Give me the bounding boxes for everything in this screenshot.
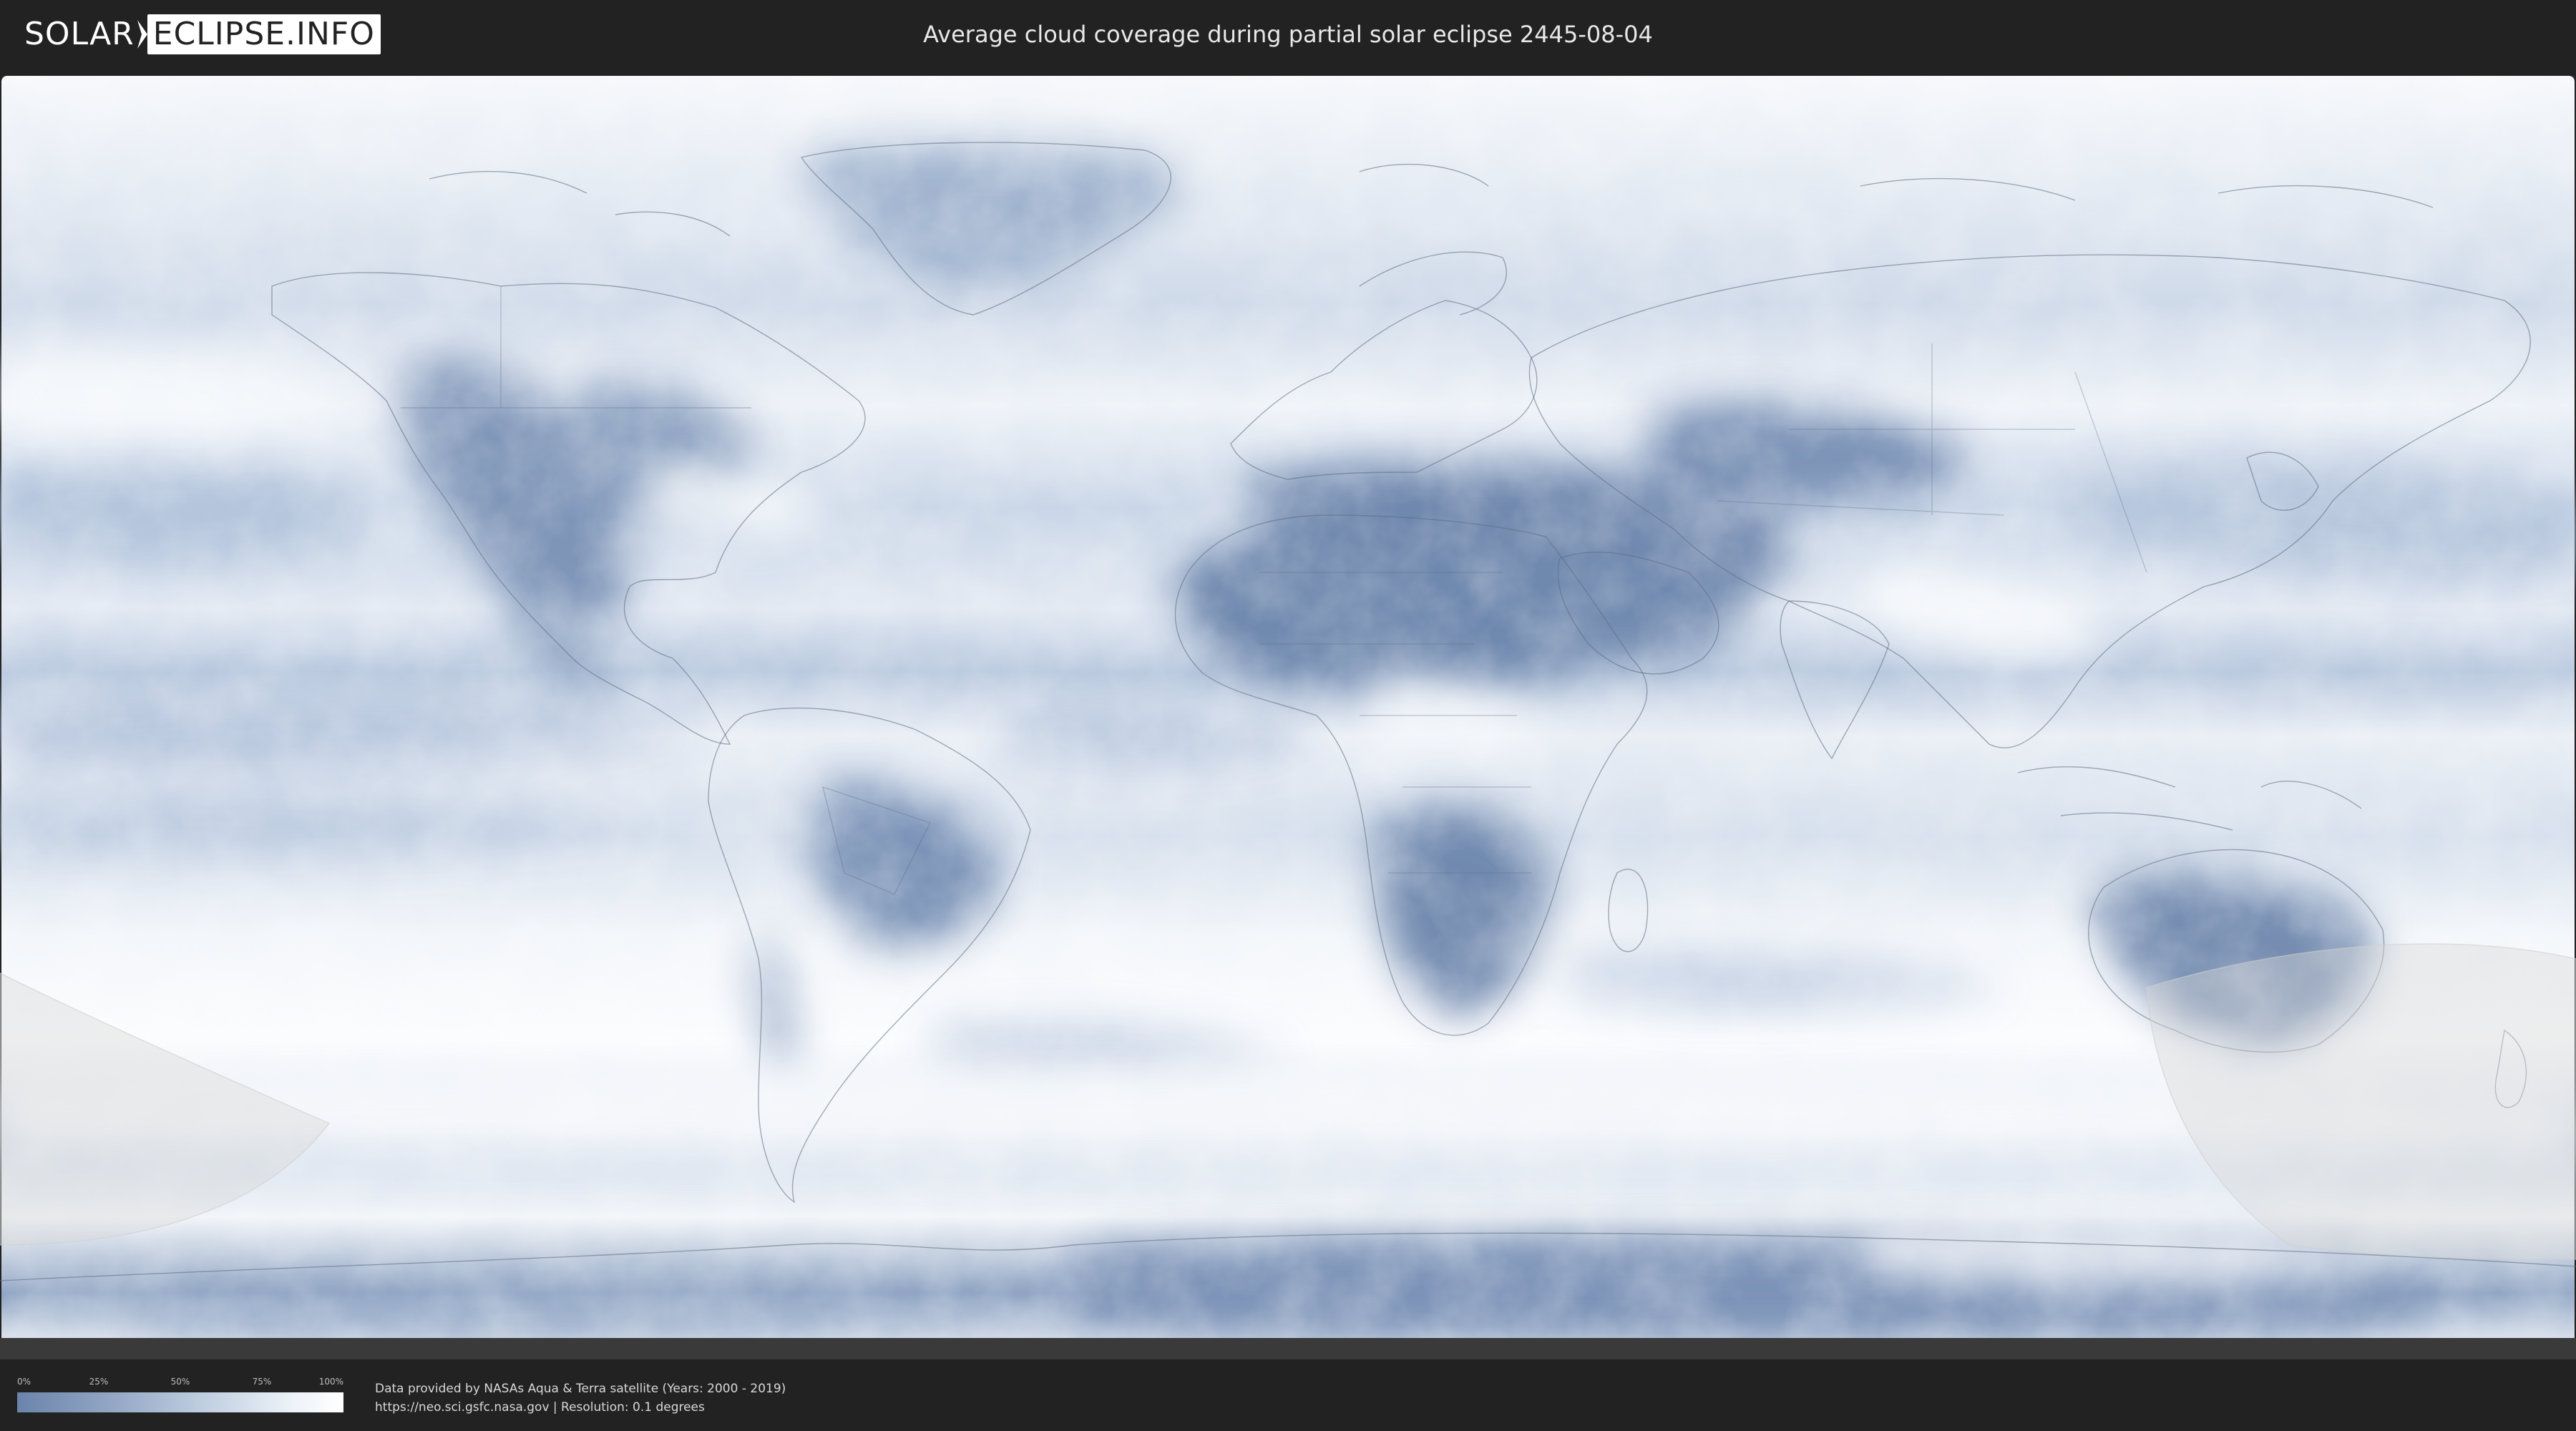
world-map-svg bbox=[0, 72, 2576, 1359]
legend-tick-25: 25% bbox=[89, 1377, 109, 1387]
cloud-coverage-legend: 0% 25% 50% 75% 100% bbox=[17, 1377, 343, 1414]
legend-tick-0: 0% bbox=[17, 1377, 31, 1387]
header-bar: SOLAR ECLIPSE.INFO Average cloud coverag… bbox=[0, 0, 2576, 72]
page: SOLAR ECLIPSE.INFO Average cloud coverag… bbox=[0, 0, 2576, 1431]
legend-ticks: 0% 25% 50% 75% 100% bbox=[17, 1377, 343, 1390]
credits-link[interactable]: https://neo.sci.gsfc.nasa.gov | Resoluti… bbox=[375, 1398, 786, 1417]
legend-tick-50: 50% bbox=[170, 1377, 190, 1387]
map-surface bbox=[0, 76, 2576, 1359]
cloud-coverage-map[interactable] bbox=[0, 72, 2576, 1359]
legend-gradient-bar bbox=[17, 1392, 343, 1412]
page-title: Average cloud coverage during partial so… bbox=[923, 21, 1653, 48]
footer-bar: 0% 25% 50% 75% 100% Data provided by NAS… bbox=[0, 1359, 2576, 1431]
data-credits: Data provided by NASAs Aqua & Terra sate… bbox=[375, 1379, 786, 1417]
credits-source: Data provided by NASAs Aqua & Terra sate… bbox=[375, 1382, 786, 1396]
legend-tick-100: 100% bbox=[318, 1377, 343, 1387]
legend-tick-75: 75% bbox=[252, 1377, 272, 1387]
